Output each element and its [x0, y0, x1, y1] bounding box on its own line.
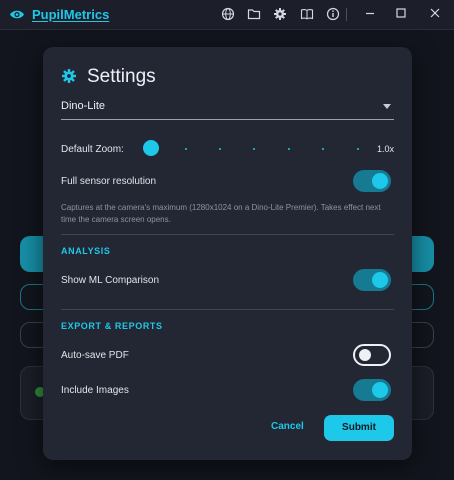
- toggle-knob: [372, 173, 388, 189]
- auto-save-pdf-label: Auto-save PDF: [61, 350, 129, 361]
- show-ml-toggle[interactable]: [353, 269, 391, 291]
- chevron-down-icon: [383, 104, 391, 109]
- close-icon[interactable]: [428, 6, 442, 20]
- eye-icon: [10, 10, 24, 19]
- analysis-heading: ANALYSIS: [61, 246, 111, 256]
- zoom-slider-track[interactable]: [151, 149, 363, 150]
- export-heading: EXPORT & REPORTS: [61, 321, 163, 331]
- toggle-knob: [372, 382, 388, 398]
- zoom-slider-handle[interactable]: [143, 140, 159, 156]
- divider: [61, 309, 394, 310]
- full-sensor-toggle[interactable]: [353, 170, 391, 192]
- settings-dialog: Settings Dino-Lite Default Zoom: 1.0x Fu…: [43, 47, 412, 460]
- book-icon[interactable]: [300, 7, 314, 21]
- info-icon[interactable]: [326, 7, 340, 21]
- zoom-tick: [185, 148, 187, 150]
- show-ml-label: Show ML Comparison: [61, 275, 160, 286]
- include-images-toggle[interactable]: [353, 379, 391, 401]
- minimize-icon[interactable]: [363, 6, 377, 20]
- full-sensor-label: Full sensor resolution: [61, 176, 157, 187]
- divider: [61, 234, 394, 235]
- zoom-tick: [219, 148, 221, 150]
- submit-button[interactable]: Submit: [324, 415, 394, 441]
- folder-icon[interactable]: [247, 7, 261, 21]
- gear-icon: [62, 69, 76, 83]
- titlebar-separator: [346, 8, 347, 21]
- zoom-tick: [322, 148, 324, 150]
- camera-select-value: Dino-Lite: [61, 100, 106, 112]
- gear-icon[interactable]: [273, 7, 287, 21]
- cancel-button[interactable]: Cancel: [271, 421, 304, 432]
- zoom-tick: [288, 148, 290, 150]
- maximize-icon[interactable]: [394, 6, 408, 20]
- toggle-knob: [359, 349, 371, 361]
- toggle-knob: [372, 272, 388, 288]
- include-images-label: Include Images: [61, 385, 129, 396]
- globe-icon[interactable]: [221, 7, 235, 21]
- default-zoom-label: Default Zoom:: [61, 144, 124, 155]
- auto-save-pdf-toggle[interactable]: [353, 344, 391, 366]
- full-sensor-helper-text: Captures at the camera's maximum (1280x1…: [61, 203, 381, 224]
- zoom-tick: [253, 148, 255, 150]
- camera-select[interactable]: Dino-Lite: [61, 95, 394, 120]
- dialog-title: Settings: [87, 66, 156, 87]
- zoom-tick: [357, 148, 359, 150]
- zoom-value: 1.0x: [377, 144, 395, 154]
- title-bar: PupilMetrics: [0, 0, 454, 30]
- app-title: PupilMetrics: [32, 7, 110, 22]
